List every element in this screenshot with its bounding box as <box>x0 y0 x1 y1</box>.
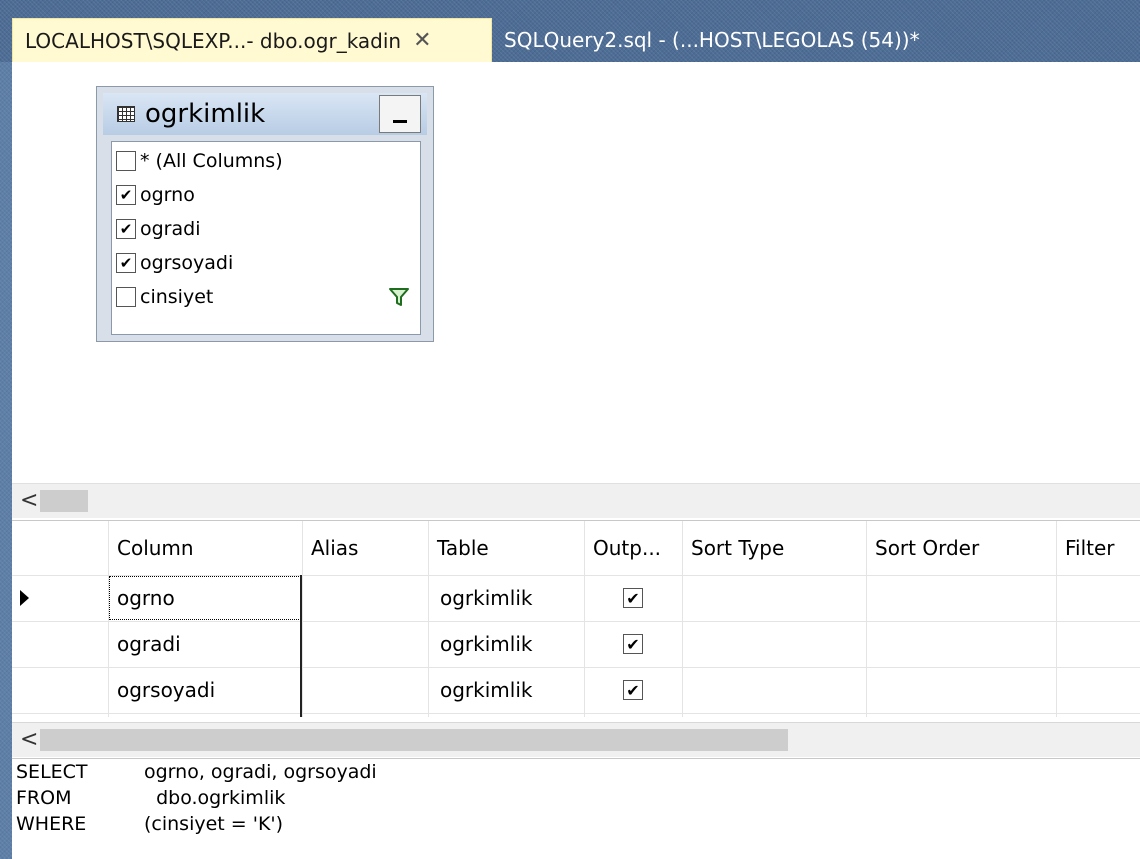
grid-divider <box>12 713 1140 714</box>
sql-line: SELECT ogrno, ogradi, ogrsoyadi <box>16 759 377 785</box>
minimize-icon <box>393 120 407 123</box>
table-name: ogrkimlik <box>145 99 266 129</box>
grid-horizontal-scrollbar[interactable]: < <box>12 722 1140 757</box>
scrollbar-thumb[interactable] <box>40 729 788 751</box>
sql-keyword: SELECT <box>16 761 88 783</box>
column-resize-handle[interactable] <box>300 575 302 717</box>
column-name: ogrsoyadi <box>140 252 234 274</box>
table-row[interactable]: ogradi ogrkimlik ✔ <box>12 621 1140 667</box>
column-list: * (All Columns) ✔ ogrno ✔ ogradi ✔ ogrso… <box>111 141 421 335</box>
column-header-table[interactable]: Table <box>428 521 584 575</box>
sql-text: ogrno, ogradi, ogrsoyadi <box>144 761 377 783</box>
sql-text: dbo.ogrkimlik <box>144 787 286 809</box>
table-row[interactable]: ogrsoyadi ogrkimlik ✔ <box>12 667 1140 713</box>
criteria-grid: Column Alias Table Outp... Sort Type Sor… <box>12 520 1140 723</box>
minimize-button[interactable] <box>379 95 421 133</box>
grid-header-row: Column Alias Table Outp... Sort Type Sor… <box>12 521 1140 575</box>
column-header-column[interactable]: Column <box>108 521 302 575</box>
scrollbar-thumb[interactable] <box>40 490 88 512</box>
column-header-sort-type[interactable]: Sort Type <box>682 521 866 575</box>
sql-pane[interactable]: SELECT ogrno, ogradi, ogrsoyadi FROM dbo.… <box>12 758 1140 859</box>
diagram-horizontal-scrollbar[interactable]: < <box>12 483 1140 518</box>
column-name: ogradi <box>140 218 201 240</box>
cell-table[interactable]: ogrkimlik <box>428 575 584 621</box>
column-checkbox[interactable]: ✔ <box>116 253 136 273</box>
cell-column[interactable]: ogrsoyadi <box>108 667 302 713</box>
cell-table[interactable]: ogrkimlik <box>428 667 584 713</box>
close-icon[interactable]: ✕ <box>413 28 431 53</box>
cell-alias[interactable] <box>302 621 428 667</box>
column-item-cinsiyet[interactable]: cinsiyet <box>112 280 420 314</box>
table-box-ogrkimlik[interactable]: ogrkimlik * (All Columns) ✔ ogrno ✔ ogra… <box>96 86 434 342</box>
column-header-output[interactable]: Outp... <box>584 521 682 575</box>
column-checkbox[interactable]: ✔ <box>116 219 136 239</box>
filter-icon <box>389 288 409 306</box>
table-box-title[interactable]: ogrkimlik <box>103 93 427 135</box>
sql-line: WHERE (cinsiyet = 'K') <box>16 811 283 837</box>
tab-sql-query[interactable]: SQLQuery2.sql - (...HOST\LEGOLAS (54))* <box>494 18 964 62</box>
sql-keyword: FROM <box>16 787 72 809</box>
column-item-ogradi[interactable]: ✔ ogradi <box>112 212 420 246</box>
document-tab-strip: LOCALHOST\SQLEXP...- dbo.ogr_kadin ✕ SQL… <box>0 0 1140 62</box>
cell-alias[interactable] <box>302 575 428 621</box>
table-icon <box>117 106 135 122</box>
output-checkbox[interactable]: ✔ <box>623 588 643 608</box>
sql-keyword: WHERE <box>16 813 87 835</box>
cell-alias[interactable] <box>302 667 428 713</box>
tab-label: SQLQuery2.sql - (...HOST\LEGOLAS (54))* <box>504 28 920 52</box>
column-checkbox[interactable] <box>116 151 136 171</box>
diagram-pane[interactable]: ogrkimlik * (All Columns) ✔ ogrno ✔ ogra… <box>12 62 1140 483</box>
output-checkbox[interactable]: ✔ <box>623 680 643 700</box>
sql-line: FROM dbo.ogrkimlik <box>16 785 285 811</box>
scroll-left-icon[interactable]: < <box>20 727 38 752</box>
view-designer: ogrkimlik * (All Columns) ✔ ogrno ✔ ogra… <box>12 62 1140 859</box>
column-name: * (All Columns) <box>140 150 283 172</box>
table-row[interactable]: ogrno ogrkimlik ✔ <box>12 575 1140 621</box>
column-item-ogrsoyadi[interactable]: ✔ ogrsoyadi <box>112 246 420 280</box>
cell-column[interactable]: ogrno <box>108 575 302 621</box>
column-name: ogrno <box>140 184 195 206</box>
column-item-all[interactable]: * (All Columns) <box>112 144 420 178</box>
cell-table[interactable]: ogrkimlik <box>428 621 584 667</box>
column-header-sort-order[interactable]: Sort Order <box>866 521 1056 575</box>
tab-label: LOCALHOST\SQLEXP...- dbo.ogr_kadin <box>25 28 402 53</box>
sql-text: (cinsiyet = 'K') <box>144 813 284 835</box>
tab-view-designer[interactable]: LOCALHOST\SQLEXP...- dbo.ogr_kadin ✕ <box>12 18 492 62</box>
current-row-icon <box>20 590 29 606</box>
column-header-alias[interactable]: Alias <box>302 521 428 575</box>
column-name: cinsiyet <box>140 286 214 308</box>
scroll-left-icon[interactable]: < <box>20 488 38 513</box>
column-header-filter[interactable]: Filter <box>1056 521 1140 575</box>
column-checkbox[interactable]: ✔ <box>116 185 136 205</box>
column-checkbox[interactable] <box>116 287 136 307</box>
column-item-ogrno[interactable]: ✔ ogrno <box>112 178 420 212</box>
output-checkbox[interactable]: ✔ <box>623 634 643 654</box>
cell-column[interactable]: ogradi <box>108 621 302 667</box>
